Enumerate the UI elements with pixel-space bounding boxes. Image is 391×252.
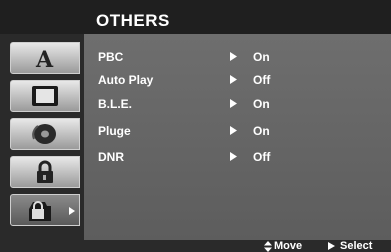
menu-item-label: DNR [98,150,124,164]
tab-others[interactable] [10,194,80,226]
menu-title: OTHERS [96,11,170,30]
menu-item-ble[interactable]: B.L.E. On [98,95,378,113]
select-arrow-icon [328,242,335,250]
arrow-right-icon [230,75,237,84]
up-down-arrows-icon [264,241,272,252]
tab-language[interactable]: A [10,42,80,74]
lock-icon [37,160,53,183]
menu-item-value: Off [253,73,271,87]
tab-display[interactable] [10,80,80,112]
menu-item-dnr[interactable]: DNR Off [98,148,378,166]
menu-item-auto-play[interactable]: Auto Play Off [98,71,378,89]
display-icon [32,86,58,106]
menu-item-value: Off [253,150,271,164]
menu-item-value: On [253,50,270,64]
tab-lock[interactable] [10,156,80,188]
menu-item-label: PBC [98,50,124,64]
language-icon: A [35,47,54,69]
move-hint: Move [274,240,303,252]
tab-sidebar: A [0,34,84,240]
others-icon [29,201,51,221]
settings-panel: PBC On Auto Play Off B.L.E. On Pluge On … [84,34,391,240]
audio-disc-icon [32,124,56,144]
menu-item-value: On [253,124,270,138]
menu-item-value: On [253,97,270,111]
setup-menu-frame: OTHERS A PBC On Auto Play Off B.L.E. On … [0,0,391,252]
arrow-right-icon [230,126,237,135]
menu-item-label: B.L.E. [98,97,133,111]
menu-item-label: Pluge [98,124,131,138]
tab-audio[interactable] [10,118,80,150]
hint-bar: Move Select [0,240,391,252]
menu-item-pluge[interactable]: Pluge On [98,122,378,140]
select-hint: Select [340,240,373,252]
menu-item-label: Auto Play [98,73,154,87]
svg-text:A: A [35,47,54,69]
menu-item-pbc[interactable]: PBC On [98,48,378,66]
arrow-right-icon [230,99,237,108]
tab-pointer-icon [69,207,75,215]
arrow-right-icon [230,52,237,61]
arrow-right-icon [230,152,237,161]
